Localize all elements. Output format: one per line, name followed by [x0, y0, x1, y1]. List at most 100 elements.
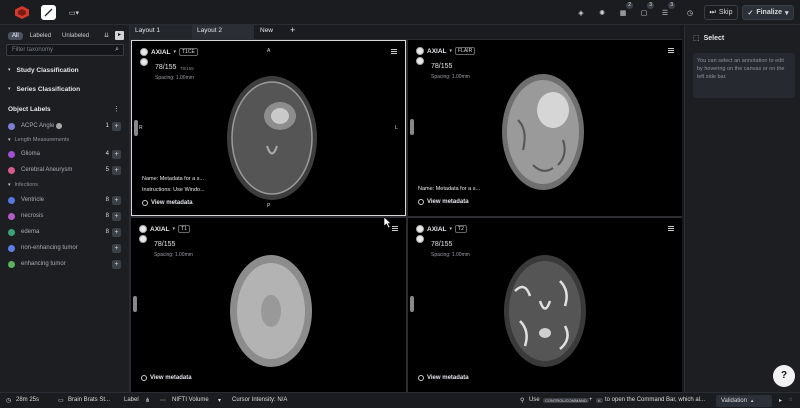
study-classification-section[interactable]: ▾ Study Classification: [0, 63, 130, 77]
tab-layout-2[interactable]: Layout 2: [197, 27, 222, 34]
list-item[interactable]: enhancing tumor +: [0, 257, 130, 271]
add-label-button[interactable]: +: [112, 165, 121, 175]
add-label-button[interactable]: +: [112, 195, 121, 205]
layout-menu-icon[interactable]: ▭▾: [64, 5, 84, 20]
list-item[interactable]: Ventricle 8 +: [0, 193, 130, 207]
view-metadata-button[interactable]: View metadata: [141, 375, 192, 381]
metadata-name: Name: Metadata for a s...: [142, 176, 205, 182]
finalize-label: Finalize: [756, 9, 783, 16]
search-input[interactable]: Filter taxonomy: [12, 47, 53, 53]
slice-indicator: 78/155: [155, 64, 177, 71]
filter-unlabeled[interactable]: Unlabeled: [58, 32, 93, 40]
add-label-button[interactable]: +: [112, 211, 121, 221]
list-item[interactable]: non-enhancing tumor +: [0, 241, 130, 255]
label-name: edema: [21, 229, 40, 235]
info-icon: [56, 123, 63, 129]
plane-select[interactable]: AXIAL: [427, 226, 447, 233]
view-metadata-button[interactable]: View metadata: [418, 199, 469, 205]
chat-icon[interactable]: ◌: [789, 397, 793, 403]
search-field[interactable]: Filter taxonomy ⌕: [6, 44, 124, 56]
viewport-menu-icon[interactable]: [392, 226, 398, 231]
mouse-cursor-icon: [384, 217, 392, 228]
tab-layout-1[interactable]: Layout 1: [135, 27, 160, 34]
history-icon[interactable]: ◷: [684, 5, 696, 20]
viewport-menu-icon[interactable]: [668, 48, 674, 53]
visibility-toggle[interactable]: [416, 225, 424, 233]
list-item[interactable]: ACPC Angle 1 +: [0, 119, 130, 133]
slice-scroll-handle[interactable]: [133, 296, 137, 312]
finalize-button[interactable]: ✓ Finalize ▾: [742, 5, 794, 20]
view-metadata-label: View metadata: [427, 375, 469, 381]
link-toggle[interactable]: [416, 57, 424, 65]
add-label-button[interactable]: +: [112, 259, 121, 269]
tab-new[interactable]: New: [260, 27, 273, 34]
slice-scroll-handle[interactable]: [410, 296, 414, 312]
add-label-button[interactable]: +: [112, 149, 121, 159]
expand-icon[interactable]: ▸: [779, 397, 782, 404]
view-metadata-button[interactable]: View metadata: [142, 200, 193, 206]
view-metadata-button[interactable]: View metadata: [418, 375, 469, 381]
more-icon[interactable]: ⋮: [113, 105, 120, 113]
link-toggle[interactable]: [139, 235, 147, 243]
label-color-swatch: [8, 166, 15, 174]
add-label-button[interactable]: +: [112, 243, 121, 253]
skip-label: Skip: [718, 9, 733, 16]
list-item[interactable]: necrosis 8 +: [0, 209, 130, 223]
issues-icon[interactable]: ☰ 3: [659, 2, 675, 20]
app-logo[interactable]: [14, 6, 30, 19]
help-button[interactable]: ?: [773, 365, 795, 387]
slice-scroll-handle[interactable]: [134, 120, 138, 136]
timer-text: 28m 25s: [16, 397, 40, 403]
viewport-flair[interactable]: AXIAL ▾ FLAIR 78/155 Spacing: 1.00mm Name…: [408, 40, 682, 216]
label-name: enhancing tumor: [21, 261, 66, 267]
list-item[interactable]: edema 8 +: [0, 225, 130, 239]
validation-button[interactable]: Validation ▴: [716, 395, 772, 407]
brush-tool-icon[interactable]: [41, 5, 56, 20]
tag-icon[interactable]: ◈: [575, 5, 587, 20]
series-classification-section[interactable]: ▾ Series Classification: [0, 82, 130, 96]
add-label-button[interactable]: +: [112, 121, 121, 131]
volume-type[interactable]: NIFTI Volume: [172, 397, 209, 403]
viewport-t1[interactable]: AXIAL ▾ T1 78/155 Spacing: 1.00mm View me…: [131, 218, 406, 392]
tasks-icon[interactable]: ▦ 2: [617, 2, 633, 20]
chevron-down-icon: ▾: [8, 182, 11, 188]
group-header[interactable]: ▾ Length Measurements: [0, 133, 130, 147]
plane-select[interactable]: AXIAL: [150, 226, 170, 233]
visibility-toggle[interactable]: [140, 48, 148, 56]
plane-select[interactable]: AXIAL: [427, 48, 447, 55]
group-header[interactable]: ▾ Infections: [0, 178, 130, 192]
hierarchy-icon: ⋔: [145, 398, 151, 404]
sidebar-toggle-icon[interactable]: ▸: [115, 31, 124, 40]
skip-button[interactable]: ⏭ Skip: [704, 5, 738, 20]
visibility-toggle[interactable]: [416, 47, 424, 55]
viewport-menu-icon[interactable]: [668, 226, 674, 231]
list-item[interactable]: Cerebral Aneurysm 5 +: [0, 163, 130, 177]
filter-labeled[interactable]: Labeled: [26, 32, 55, 40]
label-mode[interactable]: Label: [124, 397, 139, 403]
slice-scroll-handle[interactable]: [410, 119, 414, 135]
viewport-header: AXIAL ▾ T1CE: [140, 48, 198, 56]
dataset-name[interactable]: Brain Brats St...: [68, 397, 110, 403]
sequence-badge: FLAIR: [455, 47, 476, 55]
collapse-all-icon[interactable]: ⇊: [104, 32, 109, 39]
check-icon: ✓: [747, 9, 754, 17]
add-label-button[interactable]: +: [112, 227, 121, 237]
viewport-menu-icon[interactable]: [391, 49, 397, 54]
link-toggle[interactable]: [140, 58, 148, 66]
add-tab-button[interactable]: +: [290, 25, 295, 35]
link-toggle[interactable]: [416, 235, 424, 243]
label-count: 5: [105, 167, 109, 173]
section-title: Object Labels: [8, 105, 51, 113]
plane-select[interactable]: AXIAL: [151, 49, 171, 56]
comments-icon[interactable]: ▢ 3: [638, 2, 654, 20]
list-item[interactable]: Glioma 4 +: [0, 147, 130, 161]
visibility-toggle[interactable]: [139, 225, 147, 233]
right-panel: ⬚ Select You can select an annotation to…: [684, 25, 800, 392]
viewport-t1ce[interactable]: AXIAL ▾ T1CE 78/155 78/155 Spacing: 1.00m…: [131, 40, 406, 216]
brightness-icon[interactable]: ✺: [596, 5, 608, 20]
viewport-header: AXIAL ▾ T1: [139, 225, 190, 233]
filter-all[interactable]: All: [8, 32, 23, 40]
chevron-down-icon: ▾: [785, 9, 789, 17]
filter-tabs: All Labeled Unlabeled: [8, 32, 93, 40]
viewport-t2[interactable]: AXIAL ▾ T2 78/155 Spacing: 1.00mm View me…: [408, 218, 682, 392]
